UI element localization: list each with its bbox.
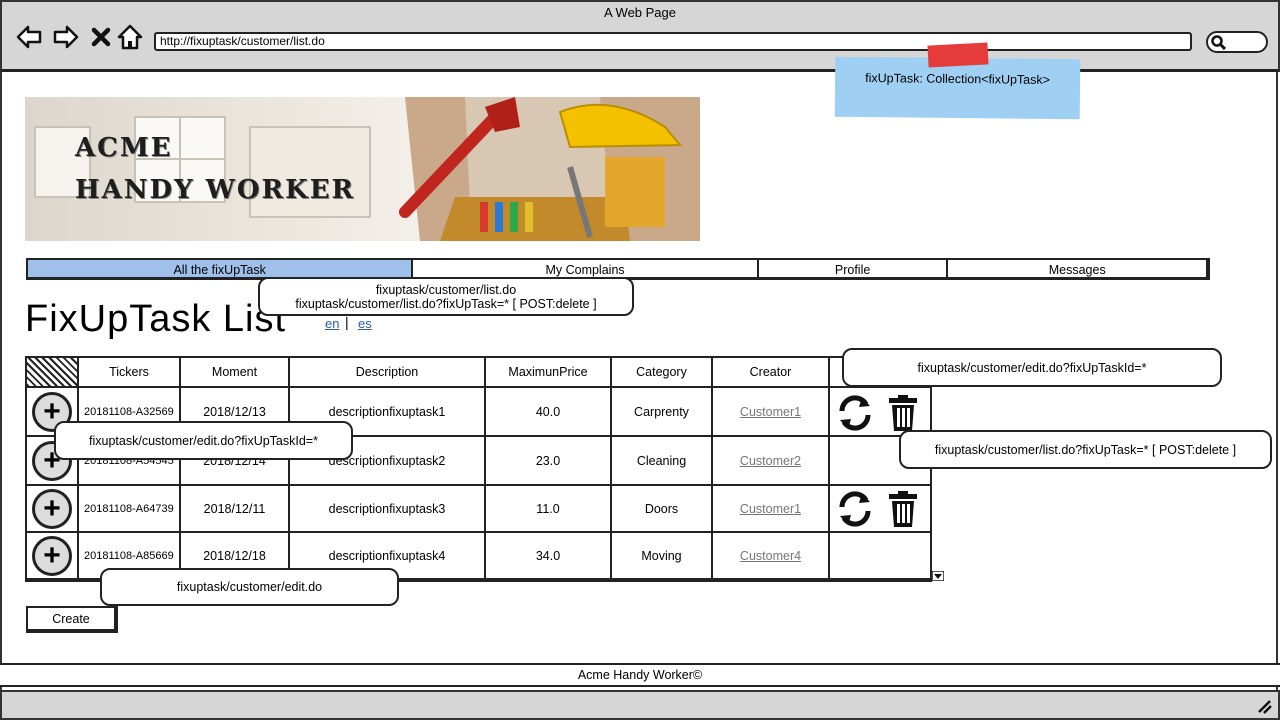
table-cell-moment: 2018/12/11 xyxy=(181,486,290,533)
refresh-edit-icon[interactable] xyxy=(836,394,874,432)
callout-edit-row: fixuptask/customer/edit.do?fixUpTaskId=* xyxy=(54,421,353,460)
table-cell-category: Doors xyxy=(612,486,713,533)
frame-border-right xyxy=(1276,72,1278,690)
plus-circle-icon[interactable]: + xyxy=(32,536,72,576)
trash-delete-icon[interactable] xyxy=(884,490,922,528)
table-cell-description: descriptionfixuptask3 xyxy=(290,486,486,533)
table-cell-category: Moving xyxy=(612,533,713,580)
scroll-down-arrow-icon[interactable] xyxy=(932,571,944,581)
search-icon xyxy=(1211,35,1226,50)
sticky-note: fixUpTask: Collection<fixUpTask> xyxy=(834,56,1081,120)
table-cell-price: 34.0 xyxy=(486,533,612,580)
stop-x-icon[interactable] xyxy=(86,22,116,52)
home-icon[interactable] xyxy=(115,22,145,52)
table-cell-price: 23.0 xyxy=(486,437,612,486)
page-title: FixUpTask List xyxy=(25,298,287,340)
plus-circle-icon[interactable]: + xyxy=(32,489,72,529)
refresh-edit-icon[interactable] xyxy=(836,490,874,528)
tab-messages[interactable]: Messages xyxy=(948,260,1206,277)
language-es-link[interactable]: es xyxy=(358,316,372,331)
column-header-description: Description xyxy=(290,358,486,388)
page-footer: Acme Handy Worker© xyxy=(0,663,1280,687)
callout-edit-header: fixuptask/customer/edit.do?fixUpTaskId=* xyxy=(842,348,1222,387)
fixuptask-table: Tickers Moment Description MaximunPrice … xyxy=(25,356,946,582)
tab-my-complains[interactable]: My Complains xyxy=(413,260,759,277)
table-cell-price: 11.0 xyxy=(486,486,612,533)
frame-border-left xyxy=(0,72,2,690)
table-row-4-expand: + xyxy=(27,533,79,580)
column-header-tickers: Tickers xyxy=(79,358,181,388)
banner-title-line2: HANDY WORKER xyxy=(75,175,356,205)
browser-search-input[interactable] xyxy=(1206,31,1268,53)
create-button[interactable]: Create xyxy=(26,606,118,633)
column-header-creator: Creator xyxy=(713,358,830,388)
tab-profile[interactable]: Profile xyxy=(759,260,949,277)
banner-title-line1: ACME xyxy=(75,133,173,163)
handyman-illustration xyxy=(34,97,700,241)
creator-link[interactable]: Customer4 xyxy=(713,533,830,580)
creator-link[interactable]: Customer2 xyxy=(713,437,830,486)
callout-edit-row-text: fixuptask/customer/edit.do?fixUpTaskId=* xyxy=(89,433,318,448)
callout-tab-url-delete: fixuptask/customer/list.do?fixUpTask=* [… xyxy=(295,296,597,311)
window-title: A Web Page xyxy=(603,5,677,20)
callout-tab-url-list: fixuptask/customer/list.do xyxy=(375,282,517,297)
callout-edit-header-text: fixuptask/customer/edit.do?fixUpTaskId=* xyxy=(917,360,1147,375)
callout-delete-row: fixuptask/customer/list.do?fixUpTask=* [… xyxy=(899,430,1272,469)
table-cell-category: Cleaning xyxy=(612,437,713,486)
table-row-3-actions xyxy=(830,486,932,533)
callout-tab-urls: fixuptask/customer/list.do fixuptask/cus… xyxy=(258,277,634,316)
table-cell-category: Carprenty xyxy=(612,388,713,437)
table-row-3-expand: + xyxy=(27,486,79,533)
column-header-moment: Moment xyxy=(181,358,290,388)
browser-status-bar xyxy=(0,690,1280,720)
language-separator: | xyxy=(345,314,349,330)
callout-delete-row-text: fixuptask/customer/list.do?fixUpTask=* [… xyxy=(934,442,1237,457)
table-row-4-actions xyxy=(830,533,932,580)
back-arrow-icon[interactable] xyxy=(14,22,44,52)
banner-image: ACME HANDY WORKER xyxy=(25,97,700,241)
creator-link[interactable]: Customer1 xyxy=(713,388,830,437)
language-en-link[interactable]: en xyxy=(325,316,339,331)
callout-create-text: fixuptask/customer/edit.do xyxy=(176,580,323,594)
sticky-tape xyxy=(927,42,989,68)
resize-grip-icon[interactable] xyxy=(1256,698,1272,714)
table-scrollbar[interactable] xyxy=(930,356,946,582)
creator-link[interactable]: Customer1 xyxy=(713,486,830,533)
forward-arrow-icon[interactable] xyxy=(51,22,81,52)
column-header-category: Category xyxy=(612,358,713,388)
trash-delete-icon[interactable] xyxy=(884,394,922,432)
header-hatch-cell xyxy=(27,358,79,388)
table-cell-price: 40.0 xyxy=(486,388,612,437)
table-cell-ticker: 20181108-A64739 xyxy=(79,486,181,533)
tab-all-fixuptask[interactable]: All the fixUpTask xyxy=(28,260,414,277)
column-header-maximunprice: MaximunPrice xyxy=(486,358,612,388)
url-input[interactable]: http://fixuptask/customer/list.do xyxy=(154,32,1192,51)
callout-create: fixuptask/customer/edit.do xyxy=(100,568,399,606)
